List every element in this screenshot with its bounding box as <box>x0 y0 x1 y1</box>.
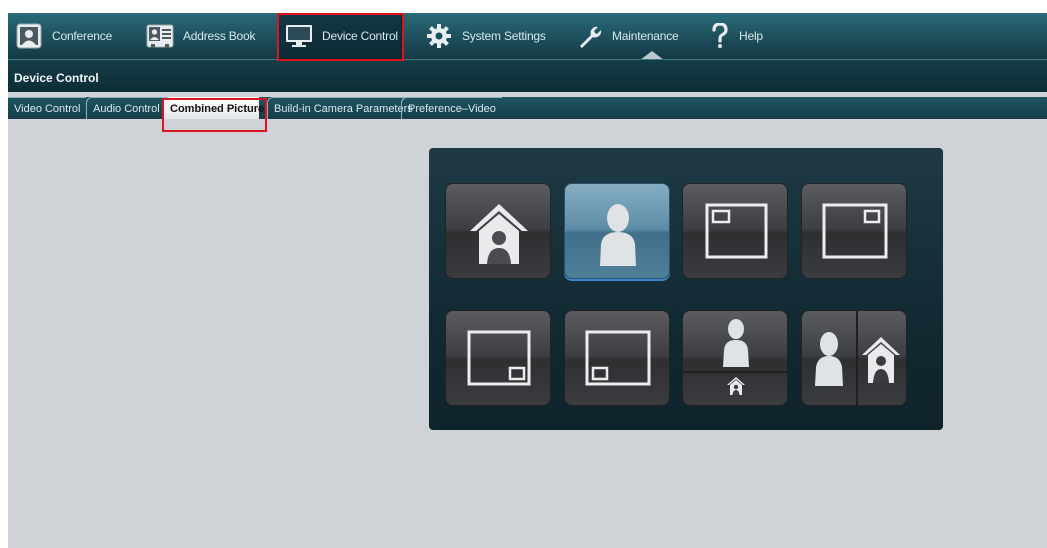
nav-device-control[interactable]: Device Control <box>278 13 402 59</box>
nav-label: Address Book <box>183 29 256 43</box>
layout-house-button[interactable] <box>445 183 551 279</box>
nav-address-book[interactable]: Address Book <box>145 13 256 59</box>
split-horizontal-person-house-icon <box>815 311 900 407</box>
nav-label: Maintenance <box>612 29 679 43</box>
top-navigation-bar: Conference Address Book Device Control S… <box>8 13 1047 60</box>
nav-help[interactable]: Help <box>709 13 763 59</box>
person-icon <box>600 204 636 266</box>
tab-preference-video[interactable]: Preference–Video <box>401 97 502 119</box>
wrench-icon <box>574 21 604 51</box>
nav-label: Conference <box>52 29 113 43</box>
monitor-icon <box>284 21 314 51</box>
tab-build-in-camera-parameters[interactable]: Build-in Camera Parameters <box>267 97 419 119</box>
house-icon <box>470 204 528 264</box>
layout-pip-top-right-button[interactable] <box>801 183 907 279</box>
nav-label: Device Control <box>322 29 398 43</box>
question-icon <box>709 21 731 51</box>
pip-bottom-right-icon <box>467 330 531 386</box>
pip-bottom-left-icon <box>585 330 651 386</box>
layout-split-vertical-button[interactable] <box>682 310 789 406</box>
section-header-bar <box>8 59 1047 92</box>
page-title: Device Control <box>14 71 99 85</box>
tab-video-control[interactable]: Video Control <box>8 97 87 119</box>
tab-combined-picture[interactable]: Combined Picture <box>163 97 264 119</box>
address-book-icon <box>145 21 175 51</box>
layout-pip-top-left-button[interactable] <box>682 183 788 279</box>
nav-system-settings[interactable]: System Settings <box>424 13 546 59</box>
nav-label: System Settings <box>462 29 546 43</box>
layout-person-button[interactable] <box>564 183 670 279</box>
split-vertical-person-house-icon <box>683 319 789 395</box>
layout-split-horizontal-button[interactable] <box>801 310 907 407</box>
layout-pip-bottom-left-button[interactable] <box>564 310 670 406</box>
combined-picture-panel <box>429 148 943 430</box>
conference-icon <box>14 21 44 51</box>
app-window: Conference Address Book Device Control S… <box>8 13 1047 548</box>
layout-pip-bottom-right-button[interactable] <box>445 310 551 406</box>
pip-top-left-icon <box>705 203 768 259</box>
nav-conference[interactable]: Conference <box>14 13 112 59</box>
gear-icon <box>424 21 454 51</box>
tab-audio-control[interactable]: Audio Control <box>86 97 166 119</box>
nav-label: Help <box>739 29 763 43</box>
pip-top-right-icon <box>822 203 888 259</box>
